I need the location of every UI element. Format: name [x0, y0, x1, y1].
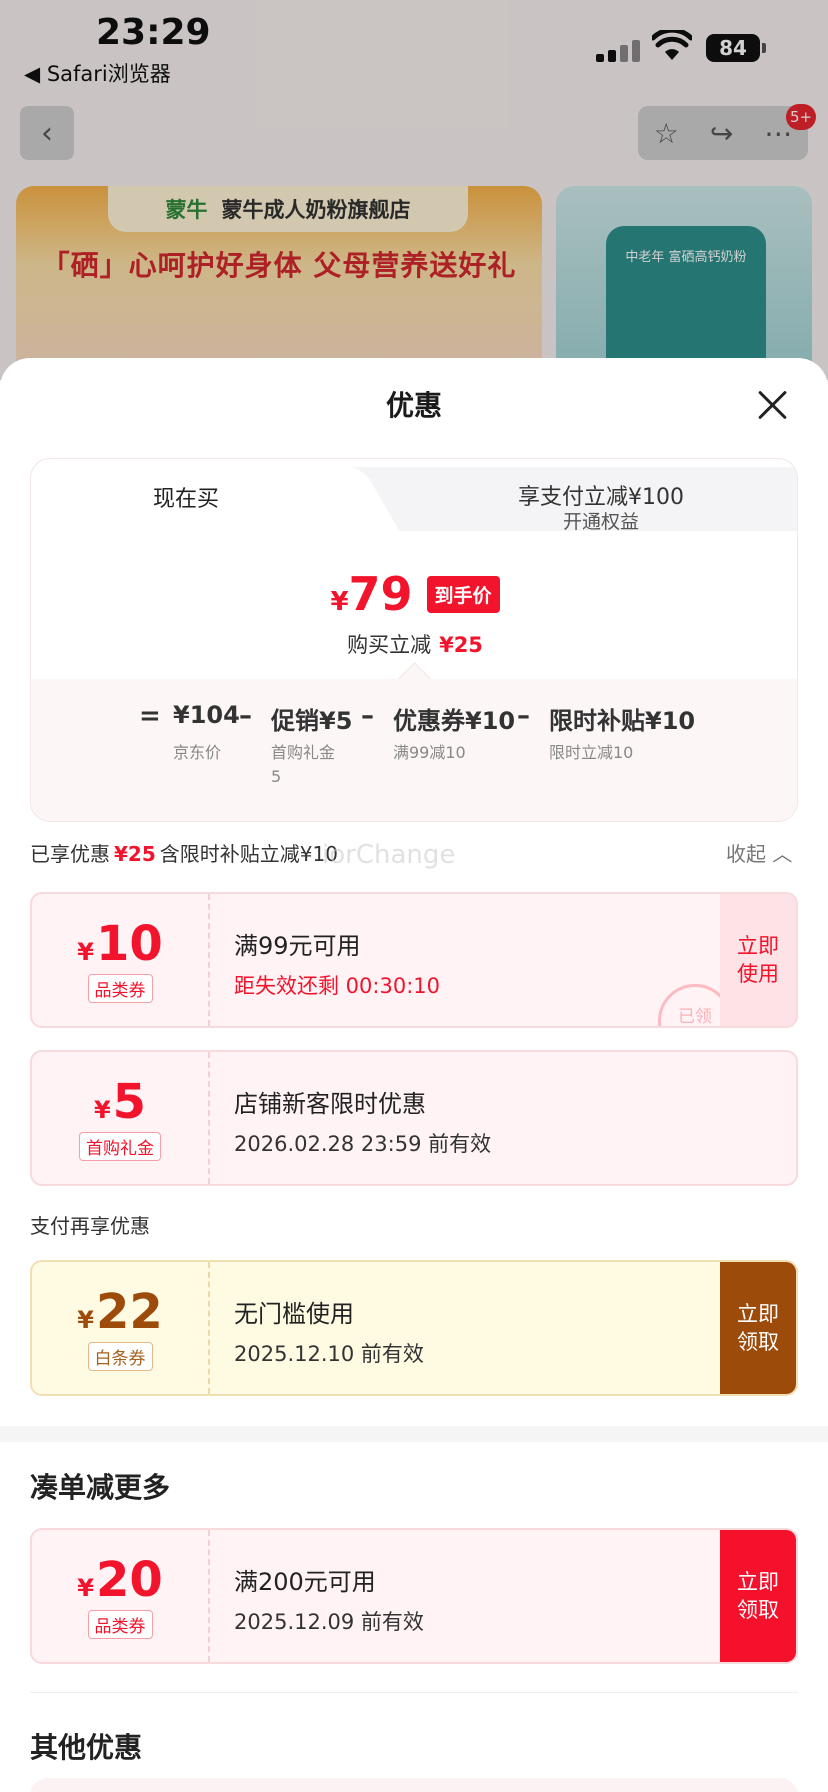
watermark: iorChange [322, 840, 456, 870]
collapse-button[interactable]: 收起 ︿ [726, 838, 792, 867]
combine-heading: 凑单减更多 [30, 1471, 171, 1504]
formula-minus-2: – [361, 701, 374, 731]
coupon-amount-value: 20 [95, 1551, 163, 1608]
claim-now-label: 立即 领取 [737, 1570, 779, 1622]
collapse-label: 收起 [726, 842, 766, 866]
currency-symbol: ¥ [330, 587, 349, 617]
coupon-condition: 店铺新客限时优惠 [234, 1090, 426, 1118]
formula-promo-label: 首购礼金 5 [271, 743, 336, 786]
coupon-card: ¥ 10 品类券 满99元可用 距失效还剩 00:30:10 已领 立即 使用 [30, 892, 798, 1028]
discount-sheet: 优惠 享支付立减¥100 开通权益 现在买 ¥ 79 到手价 购买立减 ¥25 =… [0, 358, 828, 1792]
reduce-value: ¥25 [439, 633, 483, 657]
use-now-label: 立即 使用 [737, 934, 779, 986]
formula-equals: = [139, 701, 161, 731]
coupon-type-tag: 白条券 [87, 1341, 153, 1371]
coupon-card: ¥ 20 品类券 满200元可用 2025.12.09 前有效 立即 领取 [30, 1528, 798, 1664]
divider [30, 1692, 798, 1693]
coupon-currency: ¥ [77, 937, 94, 966]
coupon-card: ¥ 5 首购礼金 店铺新客限时优惠 2026.02.28 23:59 前有效 [30, 1050, 798, 1186]
coupon-expiry: 2025.12.10 前有效 [234, 1342, 424, 1366]
formula-jd-price: ¥104 [173, 701, 240, 729]
enjoyed-value: ¥25 [114, 842, 156, 866]
coupon-value-block: ¥ 5 首购礼金 [32, 1052, 210, 1184]
claim-now-button[interactable]: 立即 领取 [720, 1262, 796, 1394]
coupon-amount: ¥ 5 [94, 1076, 146, 1128]
final-price-tag: 到手价 [426, 575, 500, 613]
formula-subsidy: 限时补贴¥10 [549, 707, 696, 735]
final-price-row: ¥ 79 到手价 [31, 571, 797, 617]
background-page: 23:29 ◀ Safari浏览器 84 ‹ ☆ ↪ ⋯ 5+ 蒙牛 蒙牛成人奶… [0, 0, 828, 386]
coupon-amount: ¥ 10 [77, 918, 163, 970]
coupon-countdown: 距失效还剩 00:30:10 [234, 974, 440, 998]
coupon-amount-value: 10 [95, 915, 163, 972]
price-formula: = ¥104 京东价 – 促销¥5 首购礼金 5 – 优惠券¥10 满99减10… [31, 679, 797, 821]
formula-minus-1: – [239, 701, 252, 731]
other-offer-card[interactable] [30, 1778, 798, 1792]
other-heading: 其他优惠 [30, 1731, 143, 1764]
formula-subsidy-label: 限时立减10 [549, 743, 634, 762]
coupon-value-block: ¥ 22 白条券 [32, 1262, 210, 1394]
pay-more-heading: 支付再享优惠 [30, 1214, 150, 1238]
enjoyed-label: 已享优惠 [30, 842, 110, 866]
enjoyed-note: 含限时补贴立减¥10 [159, 842, 338, 866]
coupon-expiry: 2026.02.28 23:59 前有效 [234, 1132, 492, 1156]
coupon-type-tag: 品类券 [87, 1609, 153, 1639]
close-icon[interactable] [756, 388, 790, 422]
use-now-button[interactable]: 立即 使用 [720, 894, 796, 1026]
formula-minus-3: – [517, 701, 530, 731]
tab-buy-now-label: 现在买 [152, 487, 219, 512]
coupon-condition: 无门槛使用 [234, 1300, 354, 1328]
tab-pay-subtitle: 开通权益 [562, 511, 639, 533]
final-price-value: 79 [348, 567, 413, 621]
coupon-condition: 满200元可用 [234, 1568, 376, 1596]
reduce-label: 购买立减 [347, 633, 432, 657]
coupon-value-block: ¥ 20 品类券 [32, 1530, 210, 1662]
formula-jd-label: 京东价 [173, 743, 222, 762]
final-price: ¥ 79 [330, 571, 412, 617]
coupon-currency: ¥ [77, 1573, 94, 1602]
coupon-condition: 满99元可用 [234, 932, 361, 960]
baitiao-coupon-card: ¥ 22 白条券 无门槛使用 2025.12.10 前有效 立即 领取 [30, 1260, 798, 1396]
enjoyed-summary: 已享优惠 ¥25 含限时补贴立减¥10 [30, 838, 338, 867]
purchase-reduction: 购买立减 ¥25 [31, 629, 797, 659]
chevron-up-icon: ︿ [772, 842, 793, 866]
coupon-amount-value: 22 [95, 1283, 163, 1340]
coupon-amount: ¥ 20 [77, 1554, 163, 1606]
coupon-currency: ¥ [77, 1305, 94, 1334]
formula-promo: 促销¥5 [271, 707, 353, 735]
sheet-title: 优惠 [385, 389, 442, 422]
coupon-value-block: ¥ 10 品类券 [32, 894, 210, 1026]
coupon-type-tag: 品类券 [87, 973, 153, 1003]
coupon-amount: ¥ 22 [77, 1286, 163, 1338]
formula-coupon: 优惠券¥10 [393, 707, 516, 735]
coupon-type-tag: 首购礼金 [79, 1131, 161, 1161]
section-divider [0, 1426, 828, 1442]
price-card: 享支付立减¥100 开通权益 现在买 ¥ 79 到手价 购买立减 ¥25 = ¥1… [30, 458, 798, 822]
claim-now-button[interactable]: 立即 领取 [720, 1530, 796, 1662]
coupon-expiry: 2025.12.09 前有效 [234, 1610, 424, 1634]
formula-coupon-label: 满99减10 [393, 743, 466, 762]
claim-now-label: 立即 领取 [737, 1302, 779, 1354]
modal-overlay[interactable] [0, 0, 828, 380]
coupon-currency: ¥ [93, 1095, 111, 1124]
coupon-amount-value: 5 [112, 1073, 147, 1130]
